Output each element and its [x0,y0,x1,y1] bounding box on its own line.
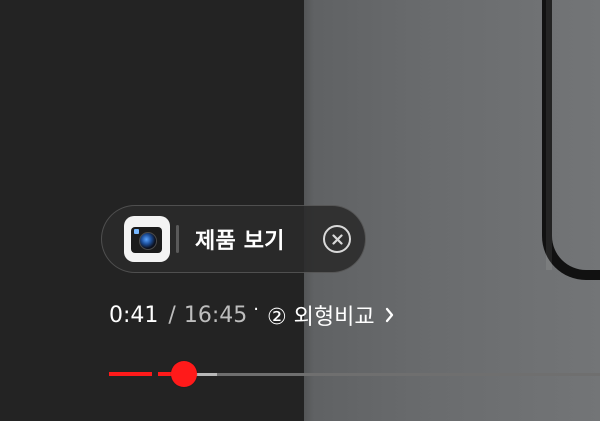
close-icon[interactable] [323,225,351,253]
chapter-separator: · [253,298,259,320]
playhead-handle[interactable] [171,361,197,387]
video-player[interactable]: 제품 보기 0:41 / 16:45 · ② 외형비교 [0,0,600,421]
time-separator: / [168,302,176,328]
time-and-chapter-row: 0:41 / 16:45 · ② 외형비교 [109,299,395,331]
chapter-gap [152,371,158,378]
progress-bar[interactable] [109,361,600,389]
chapter-title[interactable]: ② 외형비교 [267,299,375,331]
chip-divider [176,225,179,253]
action-camera-icon [124,216,170,262]
product-view-label: 제품 보기 [195,229,285,254]
current-time: 0:41 [109,302,159,328]
product-view-chip[interactable]: 제품 보기 [101,205,366,273]
chevron-right-icon[interactable] [385,306,395,324]
video-duration: 16:45 [183,302,248,328]
video-object-edge [542,0,600,280]
